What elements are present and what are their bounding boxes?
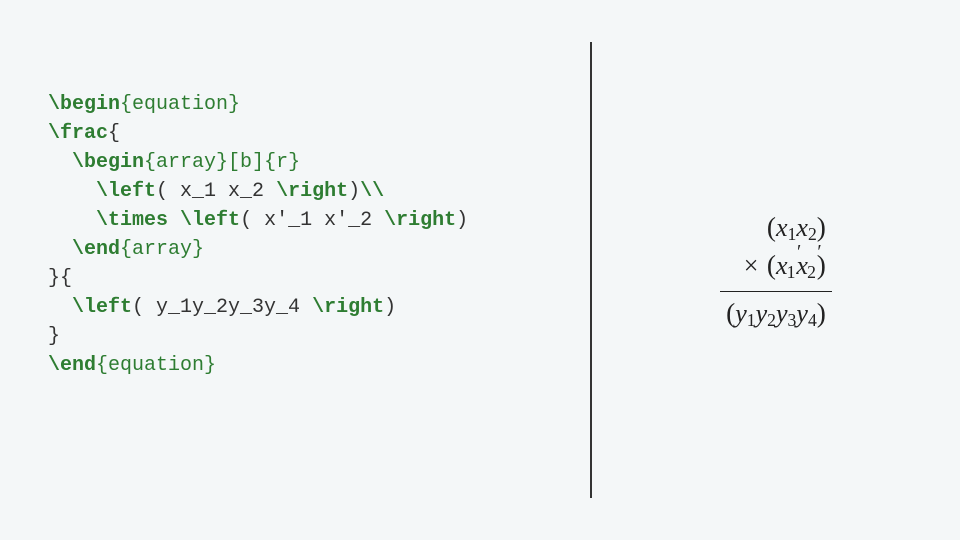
rendered-equation: (x1x2) × (x′1x′2) (y1y2y3y4) (720, 209, 832, 332)
tok-txt: ( x'_1 x'_2 (240, 209, 384, 232)
lparen: ( (767, 250, 776, 280)
sub-2: 2 (767, 310, 776, 330)
tok-env: {array} (144, 151, 228, 174)
tok-frac: \frac (48, 122, 108, 145)
code-pane: \begin{equation} \frac{ \begin{array}[b]… (0, 0, 590, 540)
sub-1: 1 (747, 310, 756, 330)
fraction: (x1x2) × (x′1x′2) (y1y2y3y4) (720, 209, 832, 332)
tok-opt: [b] (228, 151, 264, 174)
var-x: x (776, 213, 788, 242)
var-y: y (735, 299, 747, 328)
tok-times: \times (96, 209, 168, 232)
tok-txt: ) (384, 296, 396, 319)
rparen: ) (817, 298, 826, 328)
tok-left: \left (180, 209, 240, 232)
rparen: ) (817, 212, 826, 242)
sub-4: 4 (808, 310, 817, 330)
tok-txt: ) (456, 209, 468, 232)
num-row-1: (x1x2) (726, 209, 826, 247)
tok-linebreak: \\ (360, 180, 384, 203)
tok-right: \right (312, 296, 384, 319)
tok-txt: ( x_1 x_2 (156, 180, 276, 203)
times-symbol: × (744, 251, 761, 280)
denominator: (y1y2y3y4) (720, 291, 832, 331)
tok-left: \left (72, 296, 132, 319)
tok-begin: \begin (48, 93, 120, 116)
tok-env: {equation} (96, 354, 216, 377)
var-y: y (796, 299, 808, 328)
tok-env: {array} (120, 238, 204, 261)
num-row-2: × (x′1x′2) (726, 247, 826, 285)
tok-txt: ) (348, 180, 360, 203)
sub-1: 1 (788, 224, 797, 244)
latex-code: \begin{equation} \frac{ \begin{array}[b]… (48, 90, 570, 380)
tok-braces: }{ (48, 267, 72, 290)
tok-left: \left (96, 180, 156, 203)
tok-sp (168, 209, 180, 232)
sub-3: 3 (788, 310, 797, 330)
tok-arg: {r} (264, 151, 300, 174)
lparen: ( (767, 212, 776, 242)
sub-1: 1 (787, 262, 796, 282)
tok-end: \end (48, 354, 96, 377)
numerator: (x1x2) × (x′1x′2) (720, 209, 832, 292)
tok-right: \right (384, 209, 456, 232)
var-y: y (776, 299, 788, 328)
var-x-prime: x′1 (776, 251, 796, 280)
var-x: x (796, 213, 808, 242)
tok-right: \right (276, 180, 348, 203)
tok-brace: { (108, 122, 120, 145)
var-x: x (776, 251, 788, 280)
tok-brace: } (48, 325, 60, 348)
prime: ′ (817, 240, 821, 266)
tok-env: {equation} (120, 93, 240, 116)
lparen: ( (726, 298, 735, 328)
var-x-prime: x′2 (796, 251, 816, 280)
tok-begin: \begin (72, 151, 144, 174)
sub-2: 2 (808, 224, 817, 244)
tok-end: \end (72, 238, 120, 261)
sub-2: 2 (807, 262, 816, 282)
var-y: y (756, 299, 768, 328)
tok-txt: ( y_1y_2y_3y_4 (132, 296, 312, 319)
output-pane: (x1x2) × (x′1x′2) (y1y2y3y4) (592, 0, 960, 540)
